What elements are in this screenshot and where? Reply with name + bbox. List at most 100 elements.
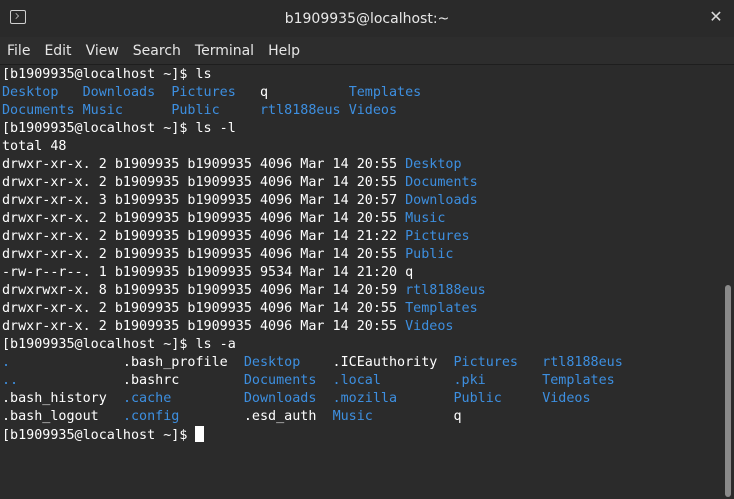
directory-entry: Pictures — [405, 229, 470, 244]
directory-entry: rtl8188eus — [405, 283, 486, 298]
terminal-line: . .bash_profile Desktop .ICEauthority Pi… — [2, 354, 722, 372]
directory-entry: Downloads — [82, 85, 156, 100]
terminal-text: drwxr-xr-x. 2 b1909935 b1909935 4096 Mar… — [2, 157, 406, 172]
directory-entry: .pki — [453, 373, 486, 388]
directory-entry: Pictures — [171, 85, 236, 100]
terminal-text: drwxr-xr-x. 2 b1909935 b1909935 4096 Mar… — [2, 319, 406, 334]
menu-help[interactable]: Help — [261, 43, 307, 59]
terminal-line: [b1909935@localhost ~]$ ls — [2, 66, 722, 84]
directory-entry: Pictures — [453, 355, 518, 370]
directory-entry: .config — [122, 409, 180, 424]
terminal-text: drwxr-xr-x. 2 b1909935 b1909935 4096 Mar… — [2, 175, 406, 190]
directory-entry: .mozilla — [332, 391, 398, 406]
terminal-line: total 48 — [2, 138, 722, 156]
terminal-line: .. .bashrc Documents .local .pki Templat… — [2, 372, 722, 390]
terminal-text: drwxr-xr-x. 2 b1909935 b1909935 4096 Mar… — [2, 247, 406, 262]
terminal-line: -rw-r--r--. 1 b1909935 b1909935 9534 Mar… — [2, 264, 722, 282]
close-button[interactable]: ✕ — [708, 9, 724, 25]
terminal-text: total 48 — [2, 139, 67, 154]
directory-entry: Downloads — [243, 391, 317, 406]
terminal-text: [b1909935@localhost ~]$ ls — [2, 67, 212, 82]
directory-entry: Documents — [405, 175, 478, 190]
terminal-output[interactable]: [b1909935@localhost ~]$ ls Desktop Downlo… — [0, 65, 722, 499]
directory-entry: Templates — [405, 301, 478, 316]
terminal-text: drwxrwxr-x. 8 b1909935 b1909935 4096 Mar… — [2, 283, 406, 298]
menu-search[interactable]: Search — [126, 43, 188, 59]
directory-entry: Music — [405, 211, 446, 226]
terminal-text: q — [235, 85, 349, 100]
terminal-line: drwxr-xr-x. 2 b1909935 b1909935 4096 Mar… — [2, 246, 722, 264]
directory-entry: Music — [332, 409, 373, 424]
directory-entry: Videos — [542, 391, 591, 406]
terminal-text: drwxr-xr-x. 3 b1909935 b1909935 4096 Mar… — [2, 193, 406, 208]
terminal-text: drwxr-xr-x. 2 b1909935 b1909935 4096 Mar… — [2, 301, 406, 316]
prompt-line[interactable]: [b1909935@localhost ~]$ — [2, 426, 722, 444]
directory-entry: .cache — [122, 391, 172, 406]
directory-entry: Templates — [348, 85, 422, 100]
terminal-line: [b1909935@localhost ~]$ ls -l — [2, 120, 722, 138]
directory-entry: Videos — [405, 319, 454, 334]
terminal-text: -rw-r--r--. 1 b1909935 b1909935 9534 Mar… — [2, 265, 414, 280]
terminal-line: Desktop Downloads Pictures q Templates — [2, 84, 722, 102]
terminal-line: .bash_history .cache Downloads .mozilla … — [2, 390, 722, 408]
text-cursor — [195, 426, 205, 442]
terminal-line: drwxrwxr-x. 8 b1909935 b1909935 4096 Mar… — [2, 282, 722, 300]
terminal-line: drwxr-xr-x. 3 b1909935 b1909935 4096 Mar… — [2, 192, 722, 210]
directory-entry: rtl8188eus — [260, 103, 341, 118]
menu-view[interactable]: View — [79, 43, 126, 59]
terminal-text: drwxr-xr-x. 2 b1909935 b1909935 4096 Mar… — [2, 211, 406, 226]
scrollbar-thumb[interactable] — [725, 285, 731, 497]
directory-entry: Desktop — [243, 355, 301, 370]
directory-entry: Documents — [243, 373, 317, 388]
terminal-text: .bash_logout — [2, 409, 123, 424]
directory-entry: .. — [2, 373, 19, 388]
directory-entry: Public — [453, 391, 502, 406]
terminal-line: drwxr-xr-x. 2 b1909935 b1909935 4096 Mar… — [2, 228, 722, 246]
directory-entry: Music — [82, 103, 123, 118]
terminal-line: drwxr-xr-x. 2 b1909935 b1909935 4096 Mar… — [2, 156, 722, 174]
directory-entry: Videos — [348, 103, 398, 118]
terminal-icon — [10, 10, 26, 24]
directory-entry: Public — [405, 247, 454, 262]
prompt: [b1909935@localhost ~]$ — [2, 428, 196, 443]
terminal-window: b1909935@localhost:~ ✕ File Edit View Se… — [0, 0, 734, 499]
terminal-text: .ICEauthority — [300, 355, 454, 370]
menu-file[interactable]: File — [0, 43, 37, 59]
terminal-line: drwxr-xr-x. 2 b1909935 b1909935 4096 Mar… — [2, 318, 722, 336]
terminal-text: drwxr-xr-x. 2 b1909935 b1909935 4096 Mar… — [2, 229, 406, 244]
terminal-line: drwxr-xr-x. 2 b1909935 b1909935 4096 Mar… — [2, 174, 722, 192]
menu-bar: File Edit View Search Terminal Help — [0, 37, 734, 65]
terminal-line: drwxr-xr-x. 2 b1909935 b1909935 4096 Mar… — [2, 300, 722, 318]
scrollbar[interactable] — [722, 65, 734, 499]
menu-terminal[interactable]: Terminal — [188, 43, 261, 59]
title-bar: b1909935@localhost:~ ✕ — [0, 0, 734, 37]
terminal-line: .bash_logout .config .esd_auth Music q — [2, 408, 722, 426]
terminal-text: [b1909935@localhost ~]$ ls -a — [2, 337, 236, 352]
directory-entry: . — [2, 355, 11, 370]
terminal-text: .esd_auth — [179, 409, 333, 424]
window-title: b1909935@localhost:~ — [284, 10, 450, 27]
terminal-text: .bash_profile — [10, 355, 244, 370]
directory-entry: Documents — [2, 103, 75, 118]
directory-entry: Templates — [542, 373, 615, 388]
directory-entry: Desktop — [405, 157, 462, 172]
directory-entry: rtl8188eus — [542, 355, 623, 370]
menu-edit[interactable]: Edit — [37, 43, 78, 59]
terminal-text: [b1909935@localhost ~]$ ls -l — [2, 121, 236, 136]
terminal-text: .bashrc — [18, 373, 244, 388]
directory-entry: .local — [332, 373, 381, 388]
